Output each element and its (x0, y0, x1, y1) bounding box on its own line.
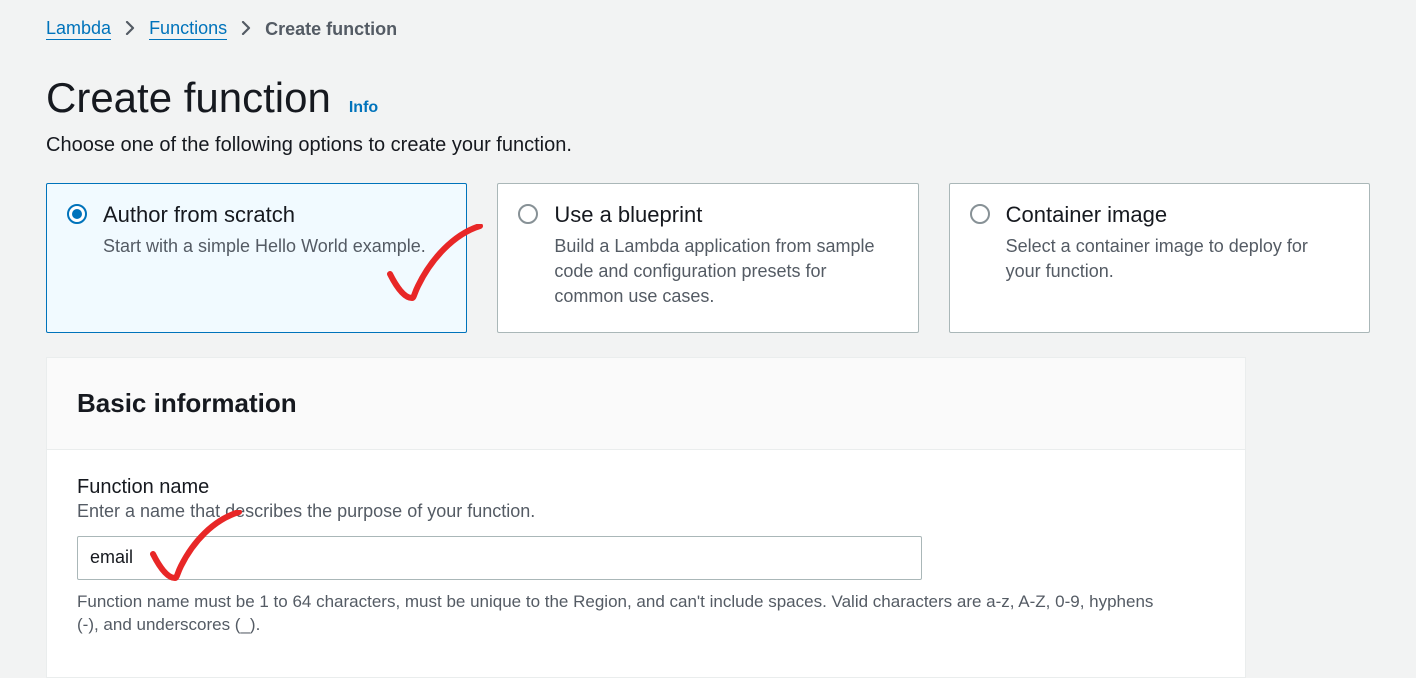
option-use-blueprint[interactable]: Use a blueprint Build a Lambda applicati… (497, 183, 918, 333)
option-desc: Select a container image to deploy for y… (1006, 234, 1347, 284)
radio-icon (518, 204, 538, 224)
breadcrumb: Lambda Functions Create function (46, 18, 1370, 40)
function-name-hint: Enter a name that describes the purpose … (77, 501, 1215, 522)
chevron-right-icon (125, 19, 135, 40)
function-name-constraint: Function name must be 1 to 64 characters… (77, 590, 1177, 638)
option-author-from-scratch[interactable]: Author from scratch Start with a simple … (46, 183, 467, 333)
chevron-right-icon (241, 19, 251, 40)
radio-icon (970, 204, 990, 224)
creation-options: Author from scratch Start with a simple … (46, 183, 1370, 333)
breadcrumb-lambda[interactable]: Lambda (46, 18, 111, 40)
option-desc: Start with a simple Hello World example. (103, 234, 444, 259)
function-name-label: Function name (77, 476, 1215, 499)
option-title: Use a blueprint (554, 202, 895, 228)
panel-title: Basic information (77, 388, 1215, 419)
breadcrumb-functions[interactable]: Functions (149, 18, 227, 40)
option-title: Container image (1006, 202, 1347, 228)
info-link[interactable]: Info (349, 99, 378, 117)
page-title: Create function (46, 74, 331, 122)
radio-icon (67, 204, 87, 224)
option-desc: Build a Lambda application from sample c… (554, 234, 895, 310)
option-container-image[interactable]: Container image Select a container image… (949, 183, 1370, 333)
function-name-input[interactable] (77, 536, 922, 580)
breadcrumb-current: Create function (265, 19, 397, 40)
page-subtitle: Choose one of the following options to c… (46, 134, 1370, 157)
option-title: Author from scratch (103, 202, 444, 228)
basic-information-panel: Basic information Function name Enter a … (46, 357, 1246, 678)
